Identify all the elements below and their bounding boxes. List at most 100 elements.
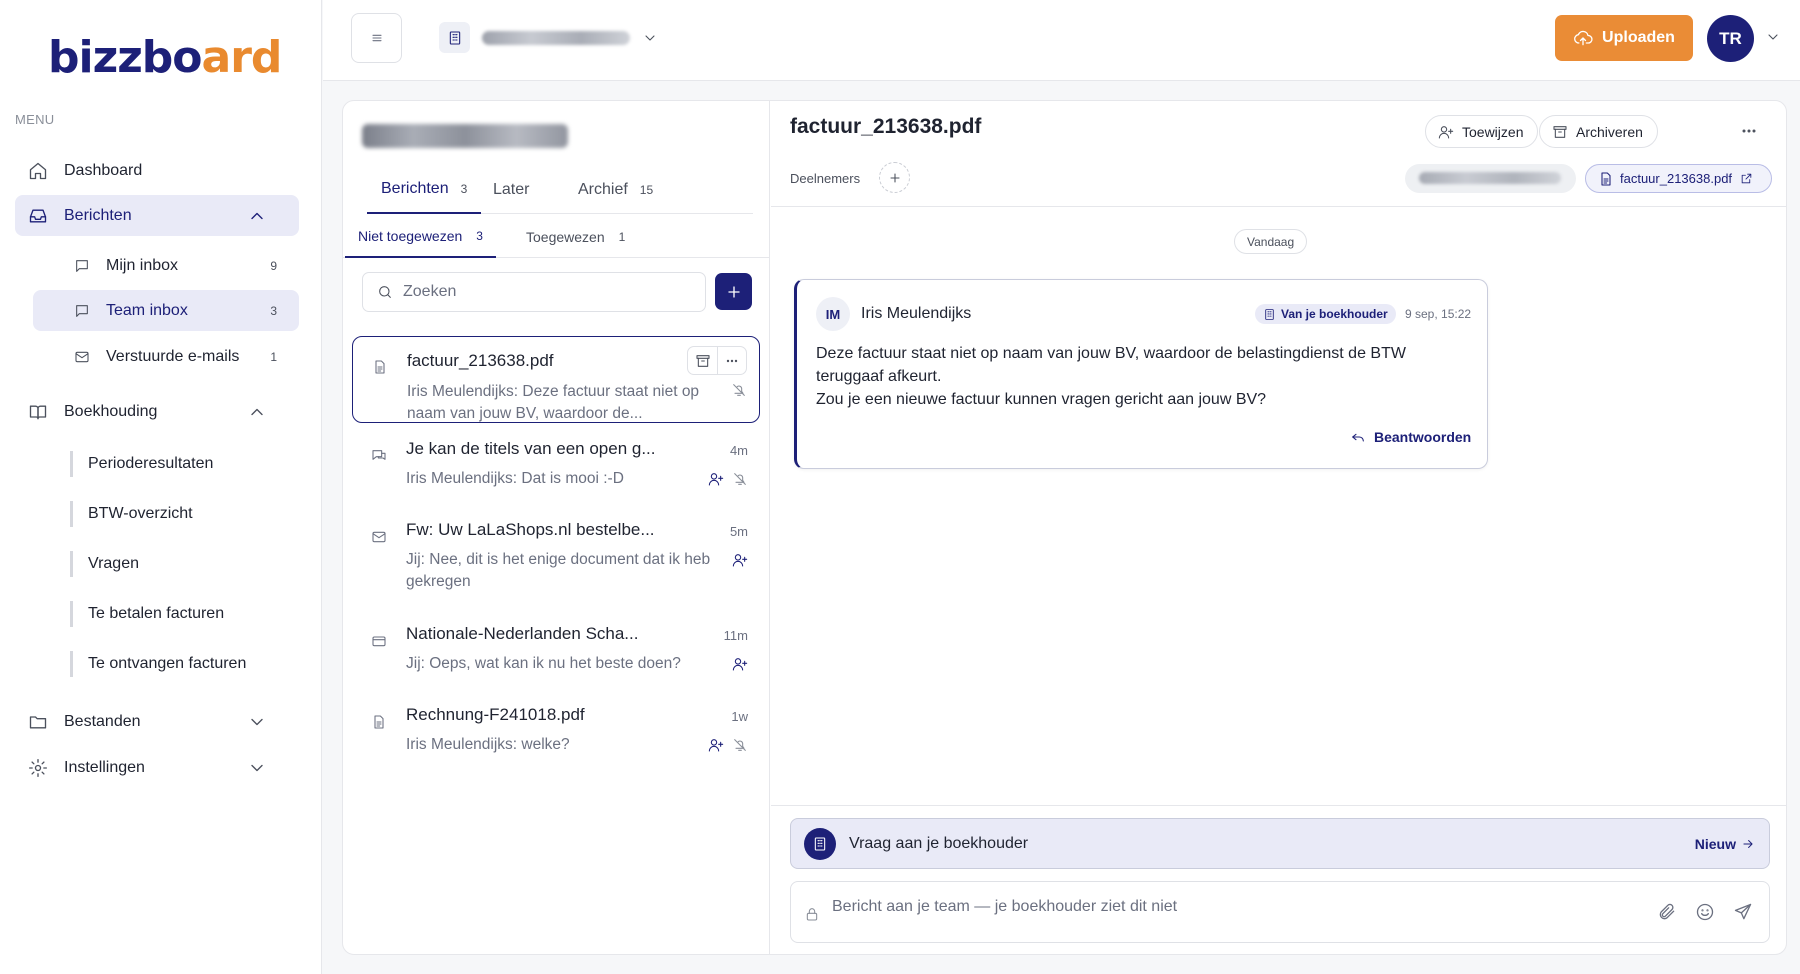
send-icon[interactable] <box>1733 902 1753 922</box>
organization-chip-redacted[interactable] <box>1405 164 1576 193</box>
sidebar-item-te-betalen[interactable]: Te betalen facturen <box>70 601 224 627</box>
composer-tools <box>1657 902 1753 922</box>
message-input[interactable] <box>832 898 1532 916</box>
sidebar-item-label: Mijn inbox <box>106 256 179 274</box>
chevron-down-icon[interactable] <box>1765 29 1781 45</box>
cloud-upload-icon <box>1574 30 1593 46</box>
user-plus-icon[interactable] <box>708 471 724 487</box>
top-bar: Uploaden TR <box>323 0 1800 81</box>
ask-accountant-bar[interactable]: Vraag aan je boekhouder Nieuw <box>790 818 1770 869</box>
new-label: Nieuw <box>1694 836 1736 852</box>
document-icon <box>1601 171 1611 186</box>
card-icon <box>372 636 386 647</box>
building-icon <box>439 22 470 53</box>
plus-icon <box>727 285 740 298</box>
bell-off-icon[interactable] <box>732 737 748 753</box>
conversation-preview: Iris Meulendijks: welke? <box>406 736 570 753</box>
add-participant-button[interactable] <box>879 162 910 193</box>
sidebar-item-verstuurde[interactable]: Verstuurde e-mails 1 <box>33 336 299 377</box>
sidebar-item-label: Verstuurde e-mails <box>106 347 240 365</box>
sidebar-item-label: Bestanden <box>64 712 141 730</box>
tab-label: Toegewezen <box>526 228 605 245</box>
sidebar-item-bestanden[interactable]: Bestanden <box>15 701 299 742</box>
emoji-icon[interactable] <box>1695 902 1715 922</box>
reply-icon <box>1352 433 1364 442</box>
tab-label: Later <box>493 180 530 198</box>
conversation-detail: factuur_213638.pdf Toewijzen Archiveren … <box>771 101 1786 954</box>
conversation-item[interactable]: Rechnung-F241018.pdf Iris Meulendijks: w… <box>352 700 760 768</box>
conversation-item[interactable]: Nationale-Nederlanden Scha... Jij: Oeps,… <box>352 619 760 687</box>
conversation-item[interactable]: factuur_213638.pdf Iris Meulendijks: Dez… <box>352 336 760 423</box>
arrow-right-icon <box>1743 840 1753 848</box>
tab-label: Archief <box>578 180 628 198</box>
sidebar-item-vragen[interactable]: Vragen <box>70 551 139 577</box>
more-options-button[interactable] <box>717 347 746 374</box>
document-icon <box>374 715 384 729</box>
sidebar-item-dashboard[interactable]: Dashboard <box>15 150 299 191</box>
chevron-down-icon[interactable] <box>247 758 267 778</box>
sidebar-item-team-inbox[interactable]: Team inbox 3 <box>33 290 299 331</box>
assign-button[interactable]: Toewijzen <box>1425 115 1539 148</box>
ask-accountant-label: Vraag aan je boekhouder <box>849 835 1029 852</box>
sidebar-item-label: Berichten <box>64 206 132 224</box>
conversation-flags <box>732 552 748 568</box>
sidebar-item-label: Dashboard <box>64 161 143 179</box>
file-chip[interactable]: factuur_213638.pdf <box>1585 164 1773 193</box>
conversation-item[interactable]: Fw: Uw LaLaShops.nl bestelbe... Jij: Nee… <box>352 515 760 605</box>
date-separator: Vandaag <box>1234 229 1308 254</box>
sidebar-item-boekhouding[interactable]: Boekhouding <box>15 391 299 432</box>
bell-off-icon[interactable] <box>731 382 747 398</box>
message-icon <box>76 304 88 317</box>
sidebar-item-btw-overzicht[interactable]: BTW-overzicht <box>70 501 193 527</box>
sidebar-item-berichten[interactable]: Berichten <box>15 195 299 236</box>
bizzboard-logo[interactable]: bizzboard <box>48 32 282 83</box>
user-plus-icon[interactable] <box>732 552 748 568</box>
conversation-item[interactable]: Je kan de titels van een open g... Iris … <box>352 434 760 502</box>
organization-switcher[interactable] <box>439 22 658 53</box>
sidebar-item-label: Boekhouding <box>64 402 158 420</box>
chevron-up-icon[interactable] <box>247 206 267 226</box>
message-icon <box>76 259 88 272</box>
folder-icon <box>29 715 47 728</box>
upload-button[interactable]: Uploaden <box>1555 15 1693 61</box>
chevron-down-icon[interactable] <box>247 712 267 732</box>
user-plus-icon[interactable] <box>708 737 724 753</box>
lock-icon <box>806 908 818 921</box>
archive-button[interactable] <box>688 347 717 374</box>
paperclip-icon[interactable] <box>1657 902 1677 922</box>
archive-icon <box>1553 125 1567 138</box>
tab-archief[interactable]: Archief 15 <box>578 165 653 214</box>
bell-off-icon[interactable] <box>732 471 748 487</box>
more-horizontal-icon <box>726 359 738 362</box>
conversation-list-column: Berichten 3 Later Archief 15 Niet toegew… <box>343 101 770 954</box>
user-plus-icon[interactable] <box>732 656 748 672</box>
more-horizontal-icon[interactable] <box>1739 121 1759 141</box>
inbox-icon <box>29 209 47 222</box>
conversation-time: 11m <box>723 628 748 643</box>
search-input[interactable] <box>403 283 683 301</box>
sidebar-item-te-ontvangen[interactable]: Te ontvangen facturen <box>70 651 246 677</box>
archive-button[interactable]: Archiveren <box>1539 115 1658 148</box>
home-icon <box>29 162 47 179</box>
tab-count: 15 <box>639 182 654 197</box>
new-conversation-button[interactable] <box>715 273 752 310</box>
menu-toggle-button[interactable] <box>351 13 402 63</box>
tab-later[interactable]: Later <box>493 165 529 214</box>
user-avatar[interactable]: TR <box>1707 15 1754 62</box>
mail-icon <box>372 531 386 543</box>
sidebar-item-mijn-inbox[interactable]: Mijn inbox 9 <box>33 245 299 286</box>
new-question-button[interactable]: Nieuw <box>1695 836 1755 852</box>
tab-berichten[interactable]: Berichten 3 <box>367 165 482 214</box>
sidebar-item-instellingen[interactable]: Instellingen <box>15 747 299 788</box>
chevron-up-icon[interactable] <box>247 402 267 422</box>
tab-toegewezen[interactable]: Toegewezen 1 <box>526 215 625 258</box>
message-author: Iris Meulendijks <box>861 305 972 322</box>
tab-label: Berichten <box>381 179 449 197</box>
sidebar-item-perioderesultaten[interactable]: Perioderesultaten <box>70 451 213 477</box>
reply-button[interactable]: Beantwoorden <box>1350 429 1471 445</box>
composer-area: Vraag aan je boekhouder Nieuw <box>771 805 1786 954</box>
tab-niet-toegewezen[interactable]: Niet toegewezen 3 <box>345 215 496 258</box>
sidebar-item-label: Team inbox <box>106 301 188 319</box>
gear-icon <box>29 758 47 777</box>
search-icon <box>379 286 391 298</box>
